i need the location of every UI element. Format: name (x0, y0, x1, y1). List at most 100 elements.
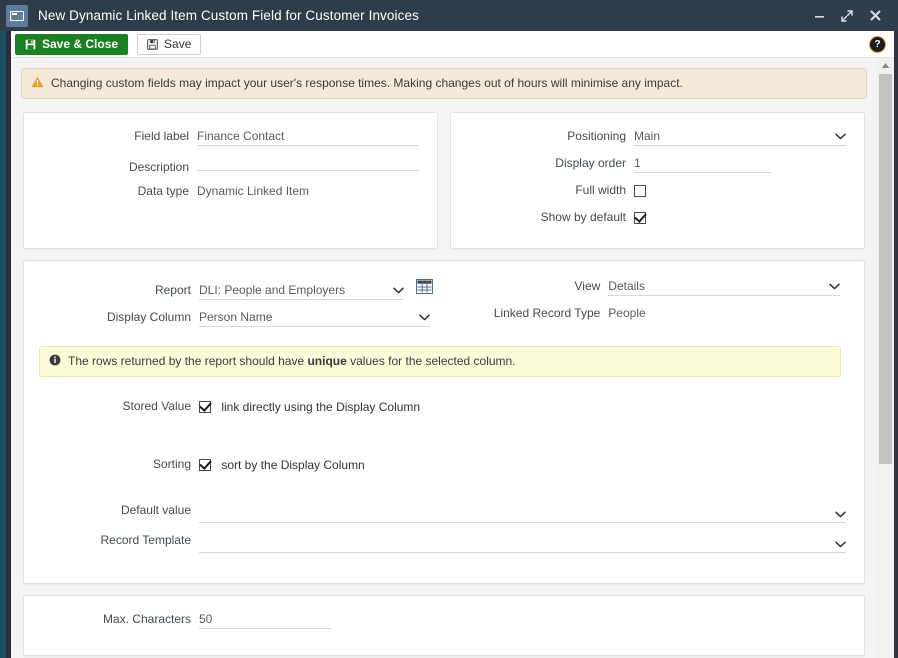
positioning-panel: Positioning Main Display order 1 Full wi… (450, 112, 865, 249)
positioning-label: Positioning (567, 129, 626, 143)
minimize-icon[interactable] (806, 4, 832, 28)
full-width-checkbox[interactable] (634, 184, 646, 197)
report-value: DLI: People and Employers (199, 283, 346, 297)
positioning-select[interactable]: Main (634, 129, 846, 146)
toolbar: Save & Close Save ? (11, 31, 894, 58)
data-type-label: Data type (137, 184, 189, 198)
report-row: Report DLI: People and Employers (34, 279, 452, 300)
warning-banner: Changing custom fields may impact your u… (21, 68, 867, 99)
chevron-down-icon[interactable] (393, 287, 404, 294)
max-characters-panel: Max. Characters 50 (23, 595, 865, 656)
display-column-value: Person Name (199, 310, 273, 324)
description-row: Description (34, 156, 419, 174)
info-banner: The rows returned by the report should h… (39, 346, 841, 377)
record-template-label: Record Template (100, 533, 192, 547)
report-label: Report (154, 283, 191, 297)
data-type-row: Data type Dynamic Linked Item (34, 184, 419, 201)
stored-value-label: Stored Value (122, 399, 192, 413)
help-icon[interactable]: ? (869, 35, 886, 53)
max-characters-row: Max. Characters 50 (34, 612, 846, 629)
full-width-value (634, 183, 846, 200)
info-banner-text: The rows returned by the report should h… (68, 354, 516, 368)
info-text-after: values for the selected column. (346, 354, 516, 368)
default-value-select[interactable] (199, 508, 846, 523)
description-input[interactable] (197, 156, 419, 171)
sorting-field: sort by the Display Column (199, 457, 846, 474)
maximize-icon[interactable] (834, 4, 860, 28)
stored-value-field: link directly using the Display Column (199, 399, 846, 416)
warning-banner-text: Changing custom fields may impact your u… (51, 76, 683, 90)
sorting-label: Sorting (152, 457, 191, 471)
display-column-select[interactable]: Person Name (199, 310, 430, 327)
description-label: Description (128, 160, 189, 174)
save-button[interactable]: Save (137, 33, 202, 55)
info-icon (49, 354, 61, 369)
save-label: Save (164, 37, 192, 51)
save-icon (25, 39, 36, 49)
view-select[interactable]: Details (608, 279, 841, 296)
info-text-before: The rows returned by the report should h… (68, 354, 308, 368)
show-by-default-row: Show by default (461, 210, 846, 227)
view-row: View Details (452, 279, 846, 296)
display-order-input[interactable]: 1 (634, 156, 771, 173)
window-right-edge (894, 0, 898, 658)
linked-record-type-row: Linked Record Type People (452, 306, 846, 323)
help-area: ? (869, 35, 894, 53)
positioning-row: Positioning Main (461, 129, 846, 146)
table-grid-icon[interactable] (416, 279, 434, 295)
stored-value-row: Stored Value link directly using the Dis… (34, 399, 846, 416)
sorting-row: Sorting sort by the Display Column (34, 457, 846, 474)
vertical-scrollbar[interactable] (876, 58, 894, 658)
display-column-label: Display Column (106, 310, 191, 324)
record-template-select[interactable] (199, 538, 846, 553)
form-content: Changing custom fields may impact your u… (11, 58, 877, 658)
display-order-label: Display order (555, 156, 626, 170)
full-width-row: Full width (461, 183, 846, 200)
view-label: View (574, 279, 601, 293)
chevron-down-icon[interactable] (835, 541, 846, 548)
window-title: New Dynamic Linked Item Custom Field for… (38, 8, 419, 23)
default-value-row: Default value (34, 503, 846, 523)
max-characters-label: Max. Characters (102, 612, 191, 626)
window-icon (6, 4, 28, 27)
field-label-label: Field label (134, 129, 189, 143)
window-icon-glyph (10, 10, 24, 21)
chevron-down-icon[interactable] (835, 133, 846, 140)
stored-value-checkbox[interactable] (199, 400, 211, 413)
sorting-checkbox[interactable] (199, 458, 211, 471)
application-window: New Dynamic Linked Item Custom Field for… (0, 0, 898, 658)
field-label-row: Field label Finance Contact (34, 129, 419, 146)
linked-record-type-label: Linked Record Type (493, 306, 601, 320)
close-icon[interactable] (862, 4, 888, 28)
chevron-down-icon[interactable] (835, 511, 846, 518)
report-settings-panel: Report DLI: People and Employers Display… (23, 260, 865, 584)
info-banner-wrapper: The rows returned by the report should h… (34, 337, 846, 377)
scrollbar-thumb[interactable] (879, 74, 892, 464)
info-text-bold: unique (307, 354, 347, 368)
warning-icon (31, 76, 44, 91)
sorting-checkbox-text: sort by the Display Column (221, 457, 365, 472)
chevron-down-icon[interactable] (829, 283, 841, 290)
save-and-close-button[interactable]: Save & Close (15, 33, 129, 55)
save-icon (147, 38, 158, 50)
save-and-close-label: Save & Close (42, 37, 119, 51)
title-bar: New Dynamic Linked Item Custom Field for… (0, 0, 898, 31)
stored-value-checkbox-text: link directly using the Display Column (221, 399, 421, 414)
record-template-row: Record Template (34, 533, 846, 553)
max-characters-input[interactable]: 50 (199, 612, 332, 629)
show-by-default-label: Show by default (540, 210, 626, 224)
field-label-input[interactable]: Finance Contact (197, 129, 419, 146)
display-column-row: Display Column Person Name (34, 310, 452, 327)
show-by-default-value (634, 210, 846, 227)
linked-record-type-value: People (608, 306, 646, 320)
display-order-row: Display order 1 (461, 156, 846, 173)
chevron-down-icon[interactable] (419, 314, 430, 321)
field-definition-panel: Field label Finance Contact Description … (23, 112, 438, 249)
data-type-value: Dynamic Linked Item (197, 184, 310, 198)
full-width-label: Full width (575, 183, 626, 197)
scroll-up-arrow-icon[interactable] (877, 58, 894, 72)
show-by-default-checkbox[interactable] (634, 211, 646, 224)
report-select[interactable]: DLI: People and Employers (199, 283, 404, 300)
positioning-value: Main (634, 129, 661, 143)
window-controls (806, 4, 898, 28)
